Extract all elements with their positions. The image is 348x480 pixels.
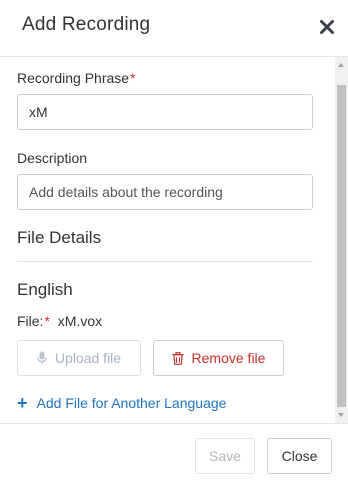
remove-file-label: Remove file xyxy=(191,350,266,366)
file-info: File:* xM.vox xyxy=(17,313,102,329)
add-recording-dialog: Add Recording Recording Phrase* Descript… xyxy=(0,0,348,480)
dialog-body: Recording Phrase* Description File Detai… xyxy=(0,57,348,423)
required-marker: * xyxy=(130,70,136,86)
dialog-footer: Save Close xyxy=(0,423,348,480)
scroll-up-arrow-icon[interactable] xyxy=(338,63,344,67)
close-button[interactable]: Close xyxy=(267,438,332,474)
trash-icon xyxy=(172,351,184,365)
close-icon[interactable] xyxy=(316,14,338,40)
file-name: xM.vox xyxy=(57,313,103,329)
file-label: File: xyxy=(17,313,44,329)
upload-file-label: Upload file xyxy=(54,350,122,366)
add-file-another-language-link[interactable]: + Add File for Another Language xyxy=(17,394,226,412)
recording-phrase-input[interactable] xyxy=(17,94,313,130)
remove-file-button[interactable]: Remove file xyxy=(153,340,284,376)
language-heading: English xyxy=(17,280,73,299)
scrollbar-thumb[interactable] xyxy=(337,85,346,407)
description-label: Description xyxy=(17,150,88,166)
upload-file-button[interactable]: Upload file xyxy=(17,340,141,376)
scroll-down-arrow-icon[interactable] xyxy=(338,413,344,417)
recording-phrase-label-text: Recording Phrase xyxy=(17,70,130,86)
section-divider xyxy=(17,261,313,262)
file-details-heading: File Details xyxy=(17,228,102,247)
dialog-title: Add Recording xyxy=(22,14,151,35)
vertical-scrollbar[interactable] xyxy=(335,57,348,423)
dialog-header: Add Recording xyxy=(0,0,348,57)
recording-phrase-label: Recording Phrase* xyxy=(17,70,136,86)
description-input[interactable] xyxy=(17,174,313,210)
required-marker: * xyxy=(44,313,50,329)
save-button[interactable]: Save xyxy=(195,438,255,474)
plus-icon: + xyxy=(17,393,28,413)
add-file-another-language-label: Add File for Another Language xyxy=(36,395,227,411)
microphone-icon xyxy=(37,351,47,365)
